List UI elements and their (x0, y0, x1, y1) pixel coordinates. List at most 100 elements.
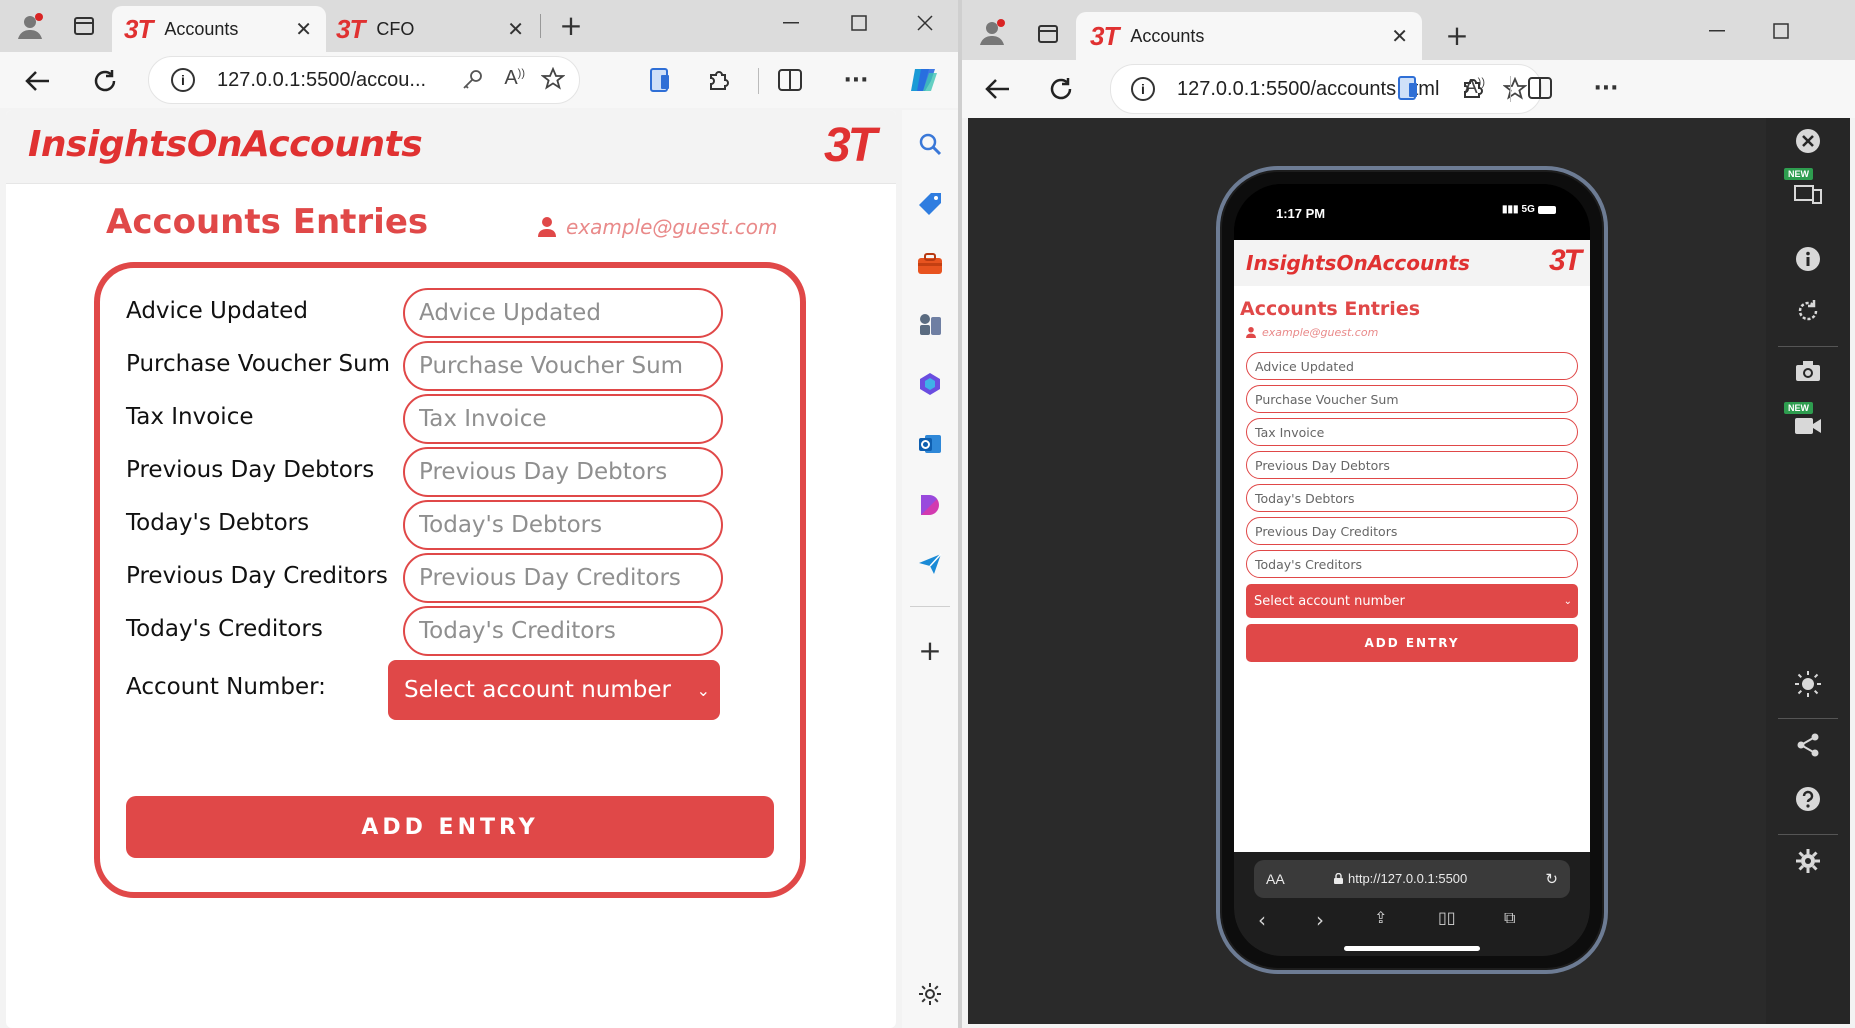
refresh-icon[interactable] (1046, 74, 1076, 104)
todays-debtors-input[interactable] (403, 500, 723, 550)
mobile-url[interactable]: http://127.0.0.1:5500 (1334, 871, 1467, 886)
send-icon[interactable] (912, 546, 948, 582)
password-key-icon[interactable] (461, 69, 483, 97)
back-icon[interactable] (982, 74, 1012, 104)
help-icon[interactable] (1766, 786, 1850, 812)
split-screen-icon[interactable] (1524, 72, 1556, 104)
purchase-voucher-sum-input[interactable] (403, 341, 723, 391)
advice-updated-input[interactable]: Advice Updated (1246, 352, 1578, 380)
close-tab-icon[interactable]: ✕ (295, 17, 312, 42)
browser-toolbar: i 127.0.0.1:5500/accounts.html A)) ··· (962, 60, 1855, 118)
mobile-url-text: http://127.0.0.1:5500 (1348, 871, 1468, 886)
field-label: Tax Invoice (126, 404, 254, 430)
brightness-icon[interactable] (1766, 670, 1850, 698)
camera-icon[interactable] (1766, 360, 1850, 382)
mobile-forward-icon[interactable]: › (1316, 908, 1324, 932)
mobile-address-bar[interactable]: AA http://127.0.0.1:5500 ↻ (1254, 860, 1570, 898)
text-size-button[interactable]: AA (1266, 871, 1285, 887)
previous-day-creditors-input[interactable] (403, 553, 723, 603)
extensions-icon[interactable] (702, 64, 734, 96)
rotate-icon[interactable] (1766, 298, 1850, 324)
back-icon[interactable] (22, 66, 52, 96)
phone-screen: 1:17 PM ▮▮▮ 5G InsightsOnAccounts 3T Acc… (1234, 184, 1590, 956)
add-entry-button[interactable]: ADD ENTRY (126, 796, 774, 858)
mobile-web-page: InsightsOnAccounts 3T Accounts Entries e… (1234, 240, 1590, 852)
read-aloud-icon[interactable]: A)) (504, 67, 525, 90)
device-emulation-icon[interactable] (644, 64, 676, 96)
profile-icon[interactable] (976, 16, 1008, 48)
minimize-icon[interactable] (776, 8, 806, 38)
account-number-select[interactable]: Select account number ⌄ (388, 660, 720, 720)
favorite-star-icon[interactable] (540, 66, 566, 97)
purchase-voucher-sum-input[interactable]: Purchase Voucher Sum (1246, 385, 1578, 413)
extensions-icon[interactable] (1456, 72, 1488, 104)
info-icon[interactable] (1766, 246, 1850, 272)
device-select-icon[interactable] (1766, 182, 1850, 204)
previous-day-debtors-input[interactable]: Previous Day Debtors (1246, 451, 1578, 479)
new-tab-button[interactable]: + (554, 8, 588, 42)
mobile-back-icon[interactable]: ‹ (1258, 908, 1266, 932)
copilot-icon[interactable] (912, 366, 948, 402)
tab-accounts[interactable]: 3T Accounts ✕ (112, 6, 326, 52)
todays-creditors-input[interactable] (403, 606, 723, 656)
refresh-icon[interactable] (90, 66, 120, 96)
form-row-tax-invoice: Tax Invoice (100, 394, 800, 444)
brand-logo[interactable]: 3T (1549, 244, 1582, 278)
add-icon[interactable]: + (912, 632, 948, 668)
close-tab-icon[interactable]: ✕ (507, 17, 524, 42)
brand-name[interactable]: InsightsOnAccounts (1246, 251, 1470, 275)
advice-updated-input[interactable] (403, 288, 723, 338)
search-icon[interactable] (912, 126, 948, 162)
safari-bottom-bar: AA http://127.0.0.1:5500 ↻ ‹ › ⇪ ▯▯ ⧉ (1234, 852, 1590, 956)
close-window-icon[interactable] (910, 8, 940, 38)
device-emulation-area: 1:17 PM ▮▮▮ 5G InsightsOnAccounts 3T Acc… (968, 118, 1850, 1024)
device-emulation-icon[interactable] (1392, 72, 1424, 104)
previous-day-creditors-input[interactable]: Previous Day Creditors (1246, 517, 1578, 545)
browser-window-left: 3T Accounts ✕ 3T CFO ✕ + i 127.0.0.1:550… (0, 0, 958, 1028)
minimize-icon[interactable] (1702, 16, 1732, 46)
close-icon[interactable] (1766, 128, 1850, 154)
add-entry-button[interactable]: ADD ENTRY (1246, 624, 1578, 662)
previous-day-debtors-input[interactable] (403, 447, 723, 497)
maximize-icon[interactable] (844, 8, 874, 38)
gear-icon[interactable] (1766, 848, 1850, 874)
maximize-icon[interactable] (1766, 16, 1796, 46)
designer-icon[interactable] (912, 486, 948, 522)
status-bar: 1:17 PM ▮▮▮ 5G (1234, 184, 1590, 240)
reload-icon[interactable]: ↻ (1545, 870, 1558, 888)
tab-accounts[interactable]: 3T Accounts ✕ (1076, 12, 1422, 60)
address-bar[interactable]: i 127.0.0.1:5500/accou... A)) (148, 56, 580, 104)
todays-debtors-input[interactable]: Today's Debtors (1246, 484, 1578, 512)
copilot-icon[interactable] (906, 62, 942, 98)
more-menu-icon[interactable]: ··· (1590, 72, 1622, 104)
split-screen-icon[interactable] (774, 64, 806, 96)
tab-actions-icon[interactable] (72, 14, 96, 38)
todays-creditors-input[interactable]: Today's Creditors (1246, 550, 1578, 578)
battery-icon (1537, 205, 1556, 214)
new-tab-button[interactable]: + (1440, 18, 1474, 52)
brand-logo[interactable]: 3T (824, 118, 877, 173)
chess-icon[interactable] (912, 306, 948, 342)
account-number-select[interactable]: Select account number ⌄ (1246, 584, 1578, 618)
tab-actions-icon[interactable] (1036, 22, 1060, 46)
video-record-icon[interactable] (1766, 416, 1850, 436)
tab-cfo[interactable]: 3T CFO ✕ (330, 6, 538, 52)
field-label: Previous Day Debtors (126, 457, 375, 483)
tag-icon[interactable] (912, 186, 948, 222)
brand-name[interactable]: InsightsOnAccounts (28, 124, 423, 165)
outlook-icon[interactable] (912, 426, 948, 462)
tabs-icon[interactable]: ⧉ (1504, 908, 1515, 928)
site-info-icon[interactable]: i (171, 68, 195, 92)
close-tab-icon[interactable]: ✕ (1391, 24, 1408, 49)
share-icon[interactable] (1766, 732, 1850, 758)
toolbox-icon[interactable] (912, 246, 948, 282)
gear-icon[interactable] (912, 976, 948, 1012)
profile-icon[interactable] (14, 10, 46, 42)
site-info-icon[interactable]: i (1131, 77, 1155, 101)
tax-invoice-input[interactable]: Tax Invoice (1246, 418, 1578, 446)
more-menu-icon[interactable]: ··· (840, 64, 872, 96)
tax-invoice-input[interactable] (403, 394, 723, 444)
share-icon[interactable]: ⇪ (1374, 908, 1387, 927)
bookmarks-icon[interactable]: ▯▯ (1438, 908, 1456, 927)
address-url[interactable]: 127.0.0.1:5500/accou... (217, 69, 426, 92)
